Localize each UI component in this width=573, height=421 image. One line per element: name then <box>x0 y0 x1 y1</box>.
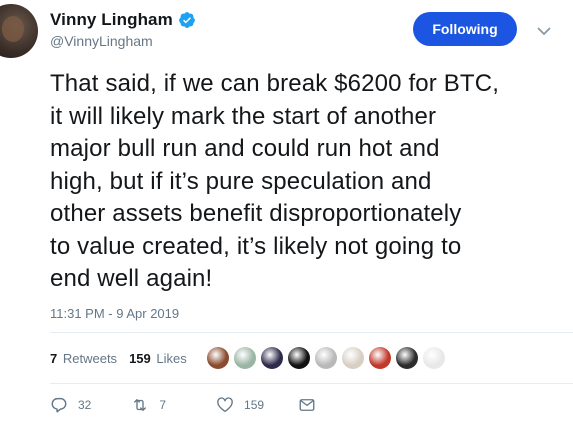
tweet-header: Vinny Lingham @VinnyLingham Following <box>0 0 573 60</box>
retweets-stat[interactable]: 7 Retweets <box>50 351 117 366</box>
chevron-down-icon[interactable] <box>537 24 551 36</box>
envelope-icon <box>299 399 315 411</box>
likes-count: 159 <box>129 350 151 366</box>
reply-count: 32 <box>78 398 92 412</box>
liker-avatar-8[interactable] <box>395 347 418 369</box>
tweet-stats: 7 Retweets 159 Likes <box>50 340 450 376</box>
tweet-timestamp[interactable]: 11:31 PM - 9 Apr 2019 <box>50 306 179 321</box>
divider <box>50 383 573 384</box>
author-avatar[interactable] <box>0 4 38 58</box>
likers-avatar-list <box>206 347 450 369</box>
like-count: 159 <box>244 398 265 412</box>
liker-avatar-6[interactable] <box>341 347 364 369</box>
like-button[interactable]: 159 <box>216 396 264 414</box>
direct-message-button[interactable] <box>298 396 326 414</box>
retweet-icon <box>134 399 147 411</box>
reply-button[interactable]: 32 <box>50 396 91 414</box>
likes-stat[interactable]: 159 Likes <box>129 351 187 366</box>
retweet-button[interactable]: 7 <box>131 396 166 414</box>
liker-avatar-3[interactable] <box>260 347 283 369</box>
retweet-count: 7 <box>159 398 167 412</box>
author-handle[interactable]: @VinnyLingham <box>50 33 196 49</box>
liker-avatar-9[interactable] <box>422 347 445 369</box>
liker-avatar-7[interactable] <box>368 347 391 369</box>
liker-avatar-5[interactable] <box>314 347 337 369</box>
retweets-label: Retweets <box>62 350 118 366</box>
tweet-actions: 32 7 159 <box>50 394 326 416</box>
divider <box>50 332 573 333</box>
liker-avatar-4[interactable] <box>287 347 310 369</box>
liker-avatar-1[interactable] <box>206 347 229 369</box>
reply-icon <box>51 397 67 413</box>
author-display-name[interactable]: Vinny Lingham <box>50 10 173 30</box>
tweet-text: That said, if we can break $6200 for BTC… <box>50 70 500 292</box>
verified-badge-icon <box>178 11 196 29</box>
following-button[interactable]: Following <box>413 12 517 46</box>
retweets-count: 7 <box>50 350 58 366</box>
likes-label: Likes <box>156 350 187 366</box>
author-name-row: Vinny Lingham <box>50 10 196 30</box>
heart-icon <box>217 397 233 413</box>
author-info[interactable]: Vinny Lingham @VinnyLingham <box>50 10 196 49</box>
liker-avatar-2[interactable] <box>233 347 256 369</box>
